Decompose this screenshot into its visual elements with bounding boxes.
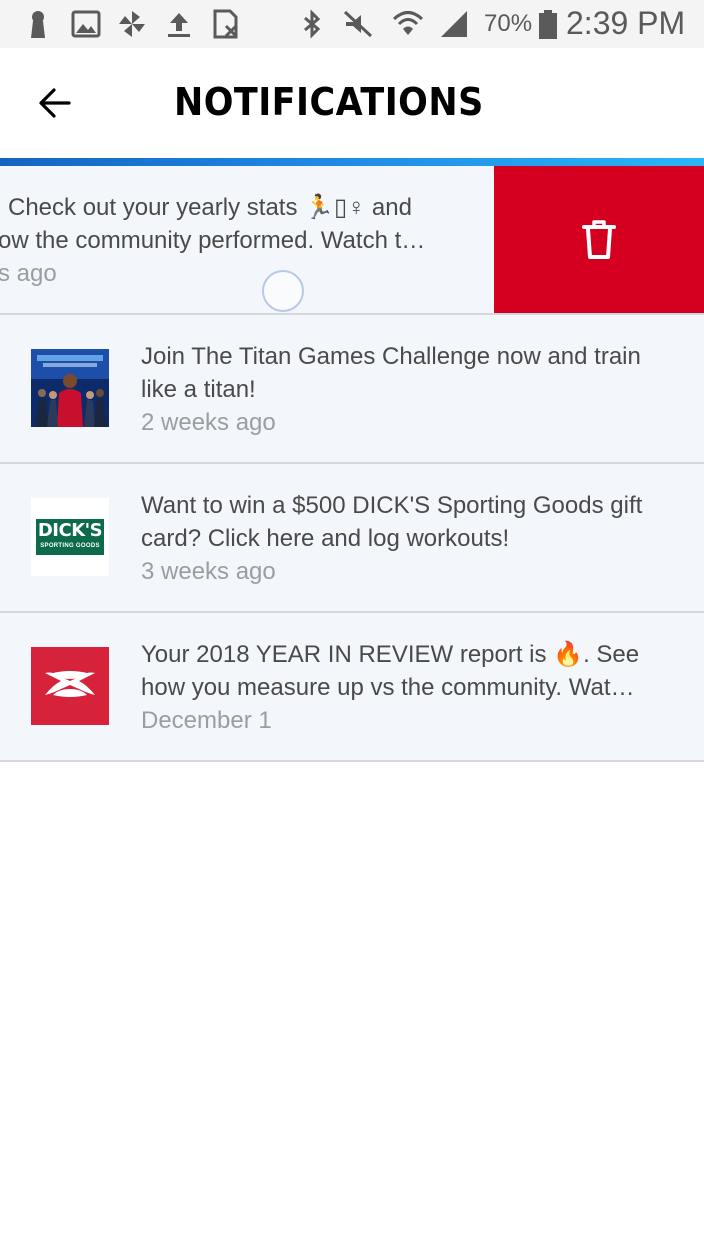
arrow-left-icon xyxy=(39,88,71,118)
notification-item[interactable]: Your 2018 YEAR IN REVIEW report is 🔥. Se… xyxy=(0,613,704,762)
delete-button[interactable] xyxy=(494,166,704,313)
dicks-logo: DICK'S SPORTING GOODS xyxy=(31,498,109,576)
notification-list: Check out your yearly stats 🏃‍▯♀ and Che… xyxy=(0,166,704,762)
mute-icon xyxy=(343,10,373,38)
clock: 2:39 PM xyxy=(566,5,686,41)
notification-time: 2 weeks ago xyxy=(141,409,276,436)
sim-icon xyxy=(213,9,238,39)
signal-icon xyxy=(441,11,467,37)
notification-item[interactable]: Check out your yearly stats 🏃‍▯♀ and Che… xyxy=(0,166,704,315)
header-accent-bar xyxy=(0,158,704,166)
notification-message: Join The Titan Games Challenge now and t… xyxy=(141,343,641,403)
keyhole-icon xyxy=(31,11,45,38)
bluetooth-icon xyxy=(304,9,321,39)
notification-time: 3 weeks ago xyxy=(141,558,276,585)
notification-text: Want to win a $500 DICK'S Sporting Goods… xyxy=(141,489,681,588)
dicks-logo-subtext: SPORTING GOODS xyxy=(40,543,100,549)
titan-games-thumbnail xyxy=(31,349,109,427)
back-button[interactable] xyxy=(26,74,84,132)
notification-message-line-2-visible: ow the community performed. Watch t… xyxy=(0,227,426,254)
battery-icon xyxy=(539,10,557,39)
notification-item[interactable]: DICK'S SPORTING GOODS Want to win a $500… xyxy=(0,464,704,613)
touch-indicator xyxy=(262,270,304,312)
notification-message: Your 2018 YEAR IN REVIEW report is 🔥. Se… xyxy=(141,641,640,701)
battery-percent: 70% xyxy=(484,10,533,37)
upload-icon xyxy=(168,13,190,37)
wifi-icon xyxy=(392,11,424,35)
status-bar: 70% 2:39 PM xyxy=(0,0,704,48)
notification-time: s ago xyxy=(0,260,57,287)
dicks-logo-text: DICK'S xyxy=(37,520,103,541)
notification-item[interactable]: Join The Titan Games Challenge now and t… xyxy=(0,315,704,464)
pinwheel-icon xyxy=(119,11,145,37)
dicks-logo-badge: DICK'S SPORTING GOODS xyxy=(36,519,104,555)
app-header: NOTIFICATIONS xyxy=(0,48,704,158)
notification-time: December 1 xyxy=(141,707,272,734)
page-title: NOTIFICATIONS xyxy=(174,80,484,124)
notification-text: Join The Titan Games Challenge now and t… xyxy=(141,340,681,439)
notification-message: Want to win a $500 DICK'S Sporting Goods… xyxy=(141,492,643,552)
under-armour-logo xyxy=(31,647,109,725)
trash-icon xyxy=(582,220,616,259)
image-icon xyxy=(71,10,101,38)
notification-message-line-1-visible: Check out your yearly stats 🏃‍▯♀ and xyxy=(8,194,412,221)
notification-text: Your 2018 YEAR IN REVIEW report is 🔥. Se… xyxy=(141,638,681,737)
